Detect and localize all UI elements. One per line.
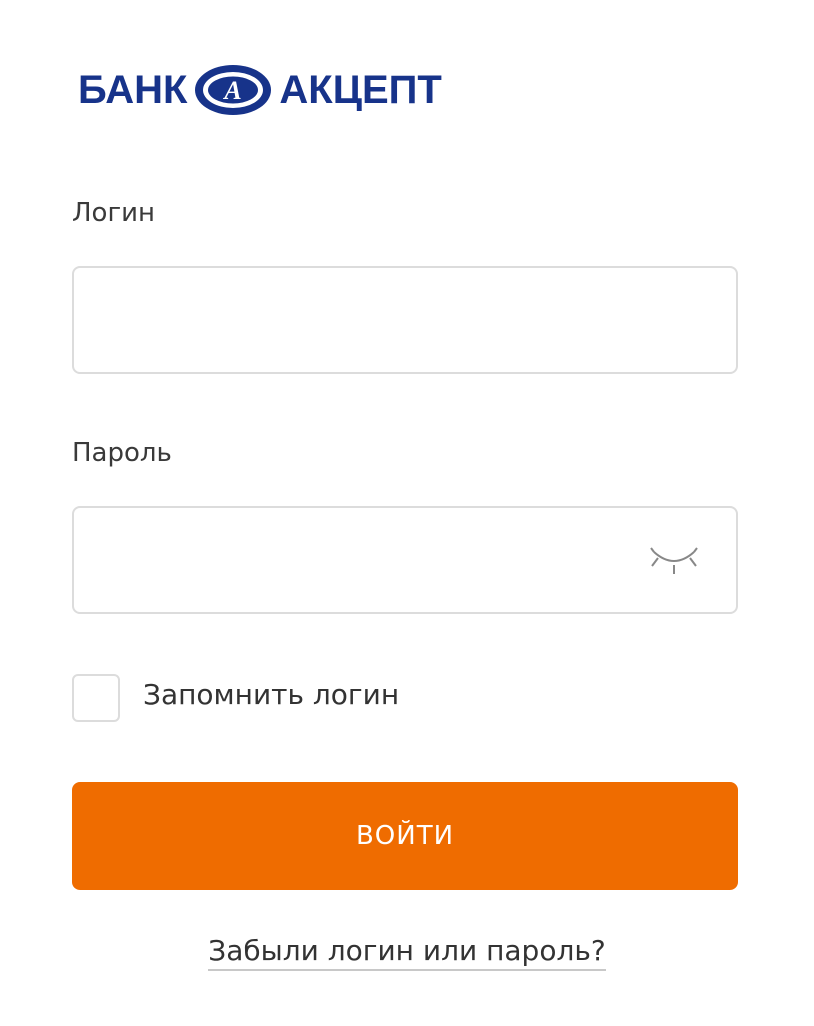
bank-logo: БАНК А АКЦЕПТ [78, 62, 442, 118]
forgot-credentials-link[interactable]: Забыли логин или пароль? [208, 934, 606, 971]
login-field [72, 266, 738, 374]
login-input[interactable] [74, 268, 736, 372]
remember-login-label[interactable]: Запомнить логин [143, 678, 399, 711]
logo-emblem-icon: А [195, 65, 272, 115]
remember-login-checkbox[interactable] [72, 674, 120, 722]
password-field [72, 506, 738, 614]
password-input[interactable] [74, 508, 736, 612]
login-label: Логин [72, 198, 156, 228]
forgot-credentials-container: Забыли логин или пароль? [0, 934, 814, 971]
logo-word-akcept: АКЦЕПТ [279, 68, 442, 112]
logo-emblem-letter: А [223, 76, 242, 105]
eye-closed-icon[interactable] [650, 544, 698, 576]
logo-word-bank: БАНК [78, 68, 188, 112]
login-button[interactable]: ВОЙТИ [72, 782, 738, 890]
password-label: Пароль [72, 438, 172, 468]
